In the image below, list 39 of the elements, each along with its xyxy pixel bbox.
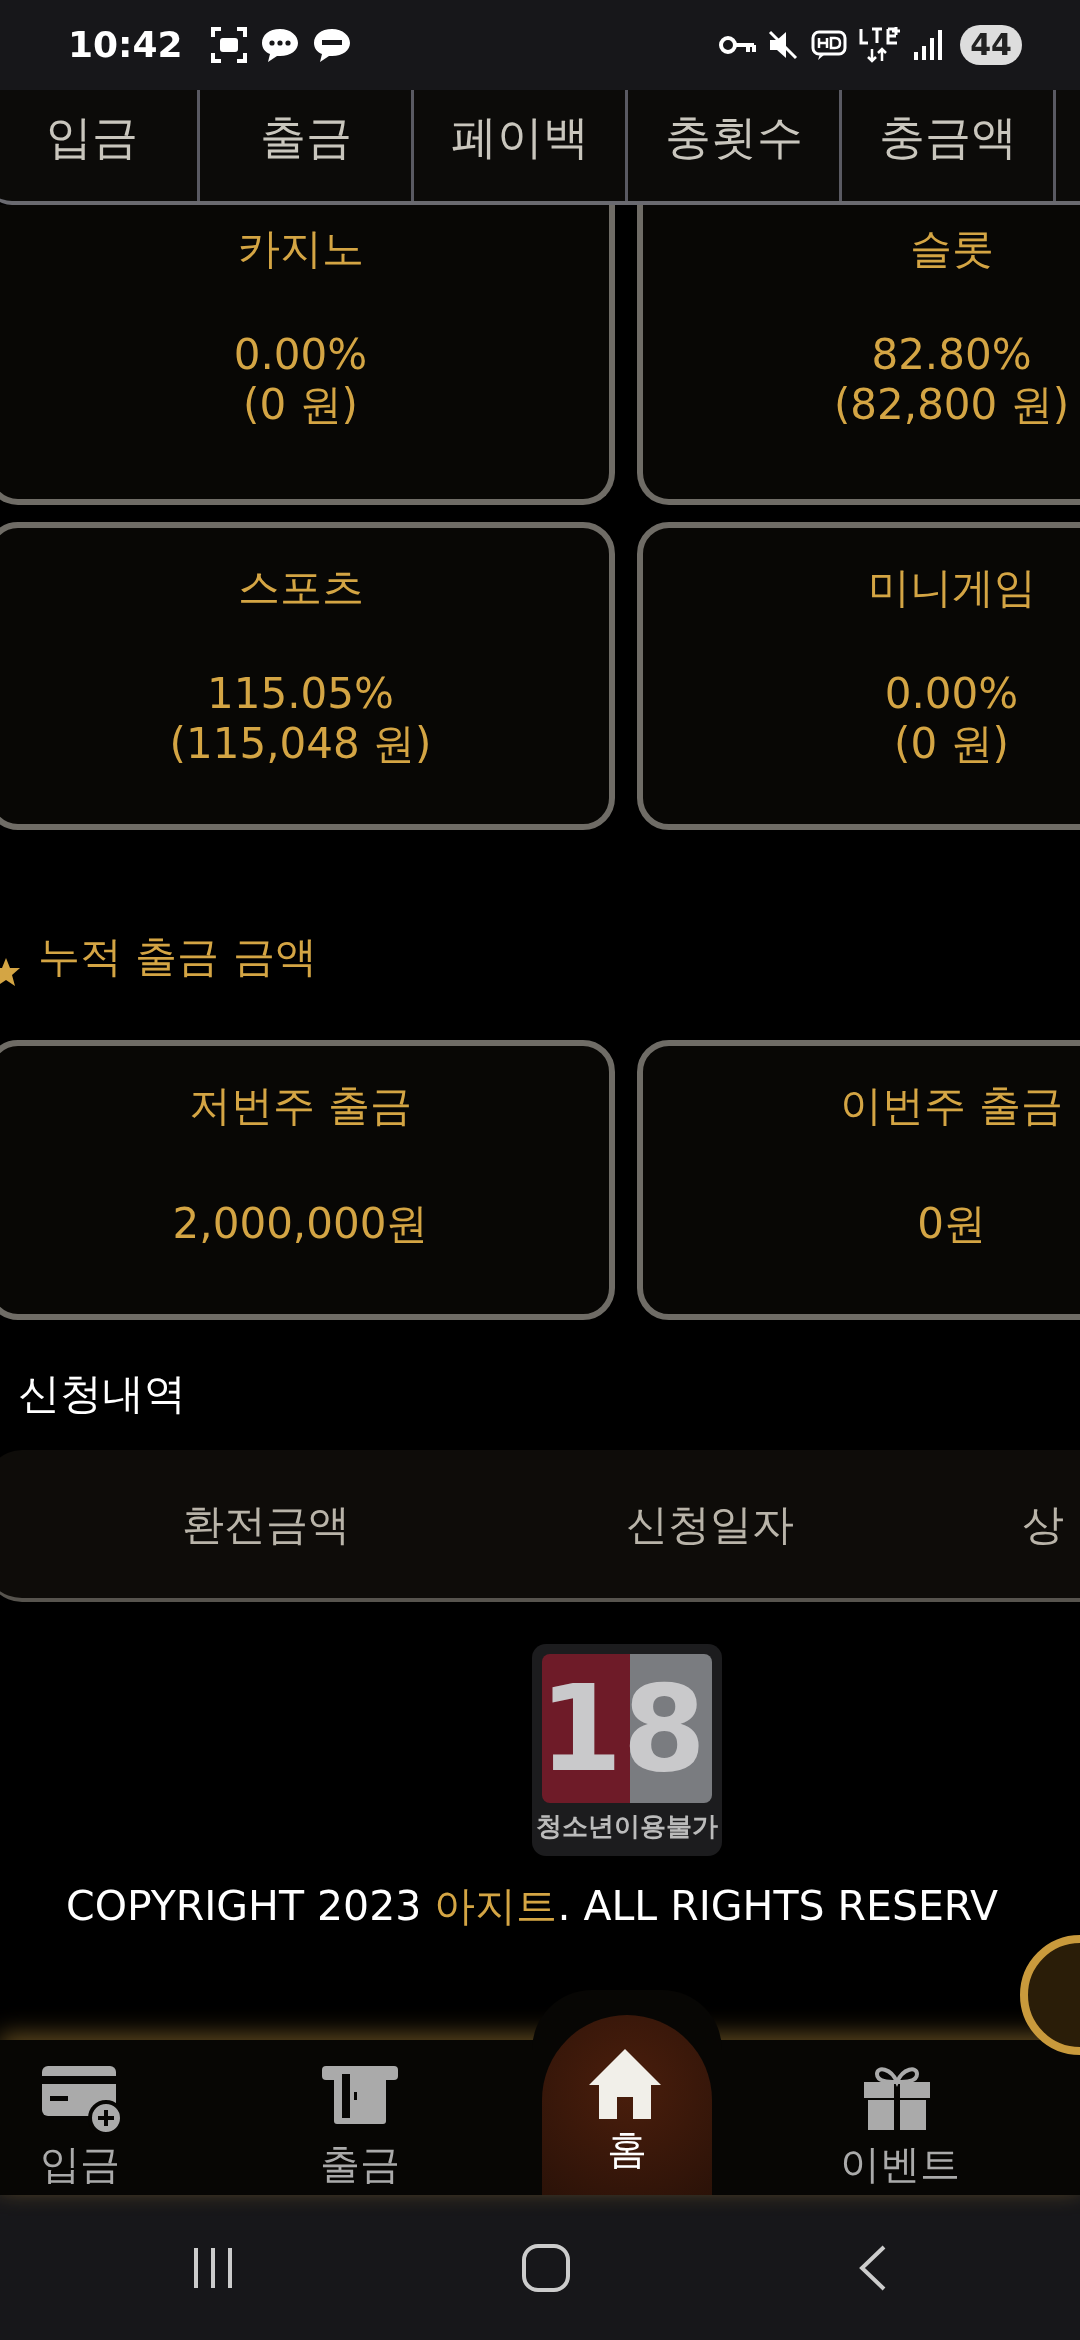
clock-time: 10:42: [68, 23, 183, 67]
card-title: 미니게임: [867, 562, 1036, 614]
card-value: 0원: [917, 1199, 986, 1250]
card-title: 스포츠: [237, 562, 364, 614]
tab[interactable]: 충횟수: [628, 90, 842, 201]
card-amount: (0 원): [894, 719, 1009, 770]
card-percent: 82.80%: [871, 330, 1032, 381]
home-button-icon[interactable]: [521, 2242, 571, 2293]
nav-button[interactable]: 입금: [0, 2040, 220, 2184]
section-title: 누적 출금 금액: [38, 931, 317, 983]
copyright-text: COPYRIGHT 2023 아지트. ALL RIGHTS RESERV: [66, 1881, 999, 1932]
tab[interactable]: 충금액: [842, 90, 1056, 201]
column-header: 신청일자: [626, 1498, 794, 1551]
card-percent: 0.00%: [233, 330, 368, 381]
hd-call-icon: [810, 28, 849, 62]
nav-button[interactable]: 이벤트: [760, 2040, 1040, 2184]
tab[interactable]: 입금: [0, 90, 200, 201]
card-value: 2,000,000원: [172, 1199, 429, 1250]
card-amount: (82,800 원): [833, 380, 1070, 431]
lte-signal-icon: [858, 26, 903, 64]
card-title: 이번주 출금: [839, 1080, 1064, 1132]
screenshot-icon: [208, 25, 249, 65]
card-amount: (0 원): [243, 380, 358, 431]
card-percent: 0.00%: [884, 669, 1019, 720]
tab[interactable]: 페이백: [414, 90, 628, 201]
tab[interactable]: 출금: [200, 90, 414, 201]
nav-button[interactable]: 출금: [220, 2040, 500, 2184]
battery-level: 44: [960, 25, 1022, 65]
signal-icon: [912, 28, 943, 62]
section-title: 신청내역: [18, 1368, 187, 1420]
card-title: 카지노: [237, 223, 364, 275]
nav-button[interactable]: 홈: [542, 2015, 712, 2195]
card-amount: (115,048 원): [169, 719, 432, 770]
card-title: 저번주 출금: [188, 1080, 413, 1132]
rating-label: 청소년이용불가: [536, 1810, 718, 1843]
card-title: 슬롯: [909, 223, 994, 275]
column-header: 환전금액: [182, 1498, 350, 1551]
column-header: 상: [1022, 1498, 1064, 1551]
card-percent: 115.05%: [207, 669, 394, 720]
